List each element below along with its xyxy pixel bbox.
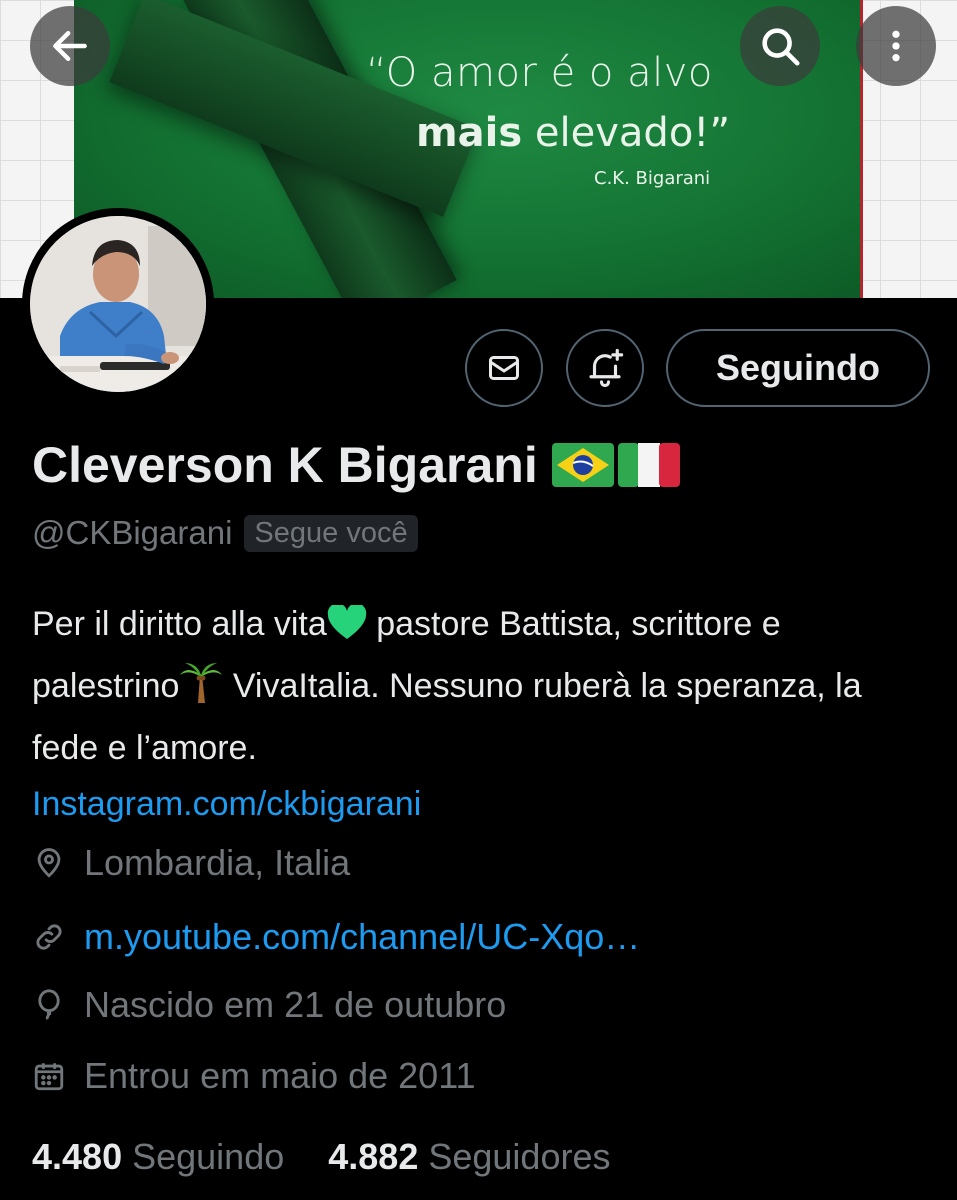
green-heart-icon <box>327 602 367 658</box>
banner-quote-line1: “O amor é o alvo <box>366 50 713 96</box>
avatar-photo <box>30 216 206 392</box>
handle: @CKBigarani <box>32 514 233 551</box>
follow-stats: 4.480 Seguindo 4.882 Seguidores <box>32 1136 611 1178</box>
website-link[interactable]: m.youtube.com/channel/UC-Xqo… <box>84 916 640 958</box>
avatar[interactable] <box>22 208 214 400</box>
follows-you-badge: Segue você <box>244 514 418 552</box>
website-row: m.youtube.com/channel/UC-Xqo… <box>32 916 640 958</box>
italy-flag-icon <box>617 443 680 487</box>
calendar-icon <box>34 1063 64 1091</box>
envelope-icon <box>489 356 519 380</box>
display-name: Cleverson K Bigarani <box>32 437 538 493</box>
following-button[interactable]: Seguindo <box>666 329 930 407</box>
handle-row: @CKBigarani Segue você <box>32 514 418 552</box>
location-text: Lombardia, Italia <box>84 842 351 883</box>
profile-name-row: Cleverson K Bigarani <box>32 436 680 494</box>
birthday-row: Nascido em 21 de outubro <box>32 984 506 1026</box>
followers-stat[interactable]: 4.882 Seguidores <box>328 1136 610 1178</box>
joined-text: Entrou em maio de 2011 <box>84 1055 476 1096</box>
bell-plus-icon <box>589 348 624 388</box>
link-icon <box>36 924 62 950</box>
search-icon <box>762 28 800 66</box>
bio-link[interactable]: Instagram.com/ckbigarani <box>32 785 421 823</box>
brazil-flag-icon <box>551 443 614 487</box>
palm-tree-icon <box>179 661 223 720</box>
person-photo-icon <box>30 216 206 392</box>
location-row: Lombardia, Italia <box>32 842 350 884</box>
message-button[interactable] <box>465 329 543 407</box>
profile-bio: Per il diritto alla vita pastore Battist… <box>32 596 932 832</box>
back-button[interactable] <box>30 6 110 86</box>
notifications-button[interactable] <box>566 329 644 407</box>
search-button[interactable] <box>740 6 820 86</box>
more-vertical-icon <box>892 30 900 62</box>
banner-quote-author: C.K. Bigarani <box>594 168 711 189</box>
more-button[interactable] <box>856 6 936 86</box>
joined-row: Entrou em maio de 2011 <box>32 1055 476 1097</box>
banner-quote-line2: mais elevado!” <box>416 110 731 156</box>
location-pin-icon <box>37 848 61 878</box>
birthday-text: Nascido em 21 de outubro <box>84 984 507 1025</box>
following-stat[interactable]: 4.480 Seguindo <box>32 1136 284 1178</box>
balloon-icon <box>38 989 60 1020</box>
arrow-left-icon <box>53 30 87 62</box>
